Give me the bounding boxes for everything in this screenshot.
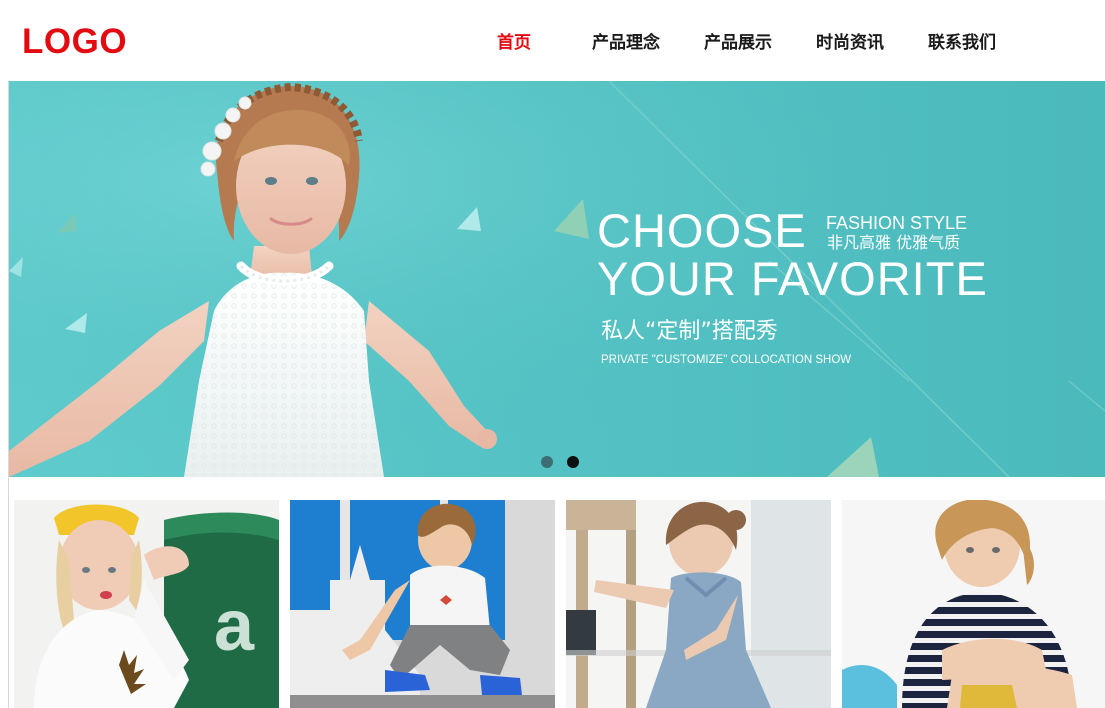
product-thumbnail-2[interactable] xyxy=(290,500,555,708)
hero-banner-slide[interactable]: CHOOSE FASHION STYLE 非凡高雅 优雅气质 YOUR FAVO… xyxy=(9,81,1105,477)
thumb-girl-yellow-hat-image: a xyxy=(14,500,279,708)
nav-item-product-concept[interactable]: 产品理念 xyxy=(570,0,682,81)
thumb-boy-striped-shirt-image xyxy=(842,500,1105,708)
thumb-girl-blue-dress-image xyxy=(566,500,831,708)
nav-item-product-showcase[interactable]: 产品展示 xyxy=(682,0,794,81)
carousel-dot-2[interactable] xyxy=(567,456,579,468)
hero-headline-line2: YOUR FAVORITE xyxy=(597,252,988,305)
svg-text:a: a xyxy=(214,586,255,666)
hero-subtitle-cn: 私人“定制”搭配秀 xyxy=(601,319,778,344)
carousel-pagination xyxy=(541,456,579,468)
hero-tag-cn: 非凡高雅 优雅气质 xyxy=(827,233,961,252)
site-logo[interactable]: LOGO xyxy=(22,20,127,64)
hero-headline-line1: CHOOSE xyxy=(597,204,807,257)
carousel-dot-1[interactable] xyxy=(541,456,553,468)
main-nav: 首页 产品理念 产品展示 时尚资讯 联系我们 xyxy=(458,0,1018,81)
product-thumbnail-3[interactable] xyxy=(566,500,831,708)
product-thumbnail-4[interactable] xyxy=(842,500,1105,708)
nav-item-home[interactable]: 首页 xyxy=(458,0,570,81)
site-header: LOGO 首页 产品理念 产品展示 时尚资讯 联系我们 xyxy=(0,0,1105,81)
nav-item-contact-us[interactable]: 联系我们 xyxy=(906,0,1018,81)
hero-subtitle-en: PRIVATE "CUSTOMIZE" COLLOCATION SHOW xyxy=(601,354,852,366)
product-thumbnail-row: a xyxy=(14,500,1105,708)
hero-tag-en: FASHION STYLE xyxy=(826,213,968,233)
nav-item-fashion-news[interactable]: 时尚资讯 xyxy=(794,0,906,81)
product-thumbnail-1[interactable]: a xyxy=(14,500,279,708)
thumb-boy-sitting-blue-wall-image xyxy=(290,500,555,708)
